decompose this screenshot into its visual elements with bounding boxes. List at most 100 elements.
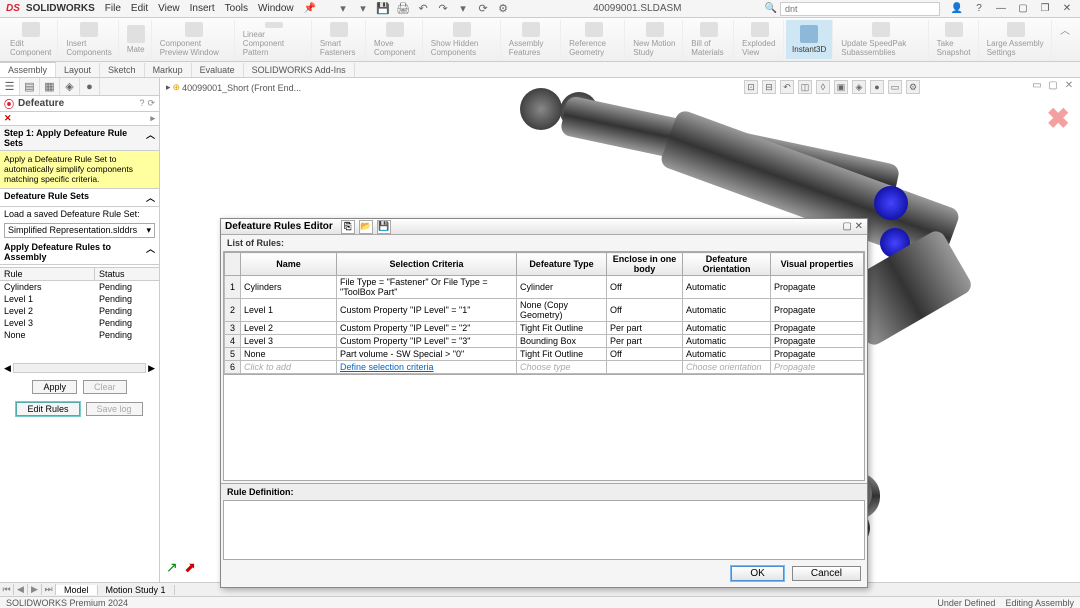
select-icon[interactable]: ▾	[456, 2, 470, 16]
menu-file[interactable]: File	[105, 3, 121, 14]
pm-next-icon[interactable]: ▸	[150, 113, 155, 124]
cmd-edit-component[interactable]: Edit Component	[4, 20, 58, 59]
view-orient-icon[interactable]: ◊	[816, 80, 830, 94]
undo-icon[interactable]: ↶	[416, 2, 430, 16]
hide-show-icon[interactable]: ◈	[852, 80, 866, 94]
edit-rules-button[interactable]: Edit Rules	[16, 402, 79, 416]
tab-assembly[interactable]: Assembly	[0, 62, 56, 77]
th-criteria[interactable]: Selection Criteria	[337, 253, 517, 276]
menu-edit[interactable]: Edit	[131, 3, 148, 14]
menu-pin-icon[interactable]: 📌	[304, 3, 316, 14]
cmd-preview-window[interactable]: Component Preview Window	[154, 20, 235, 59]
tab-markup[interactable]: Markup	[145, 63, 192, 77]
view-settings-icon[interactable]: ⚙	[906, 80, 920, 94]
cmd-exploded-view[interactable]: Exploded View	[736, 20, 784, 59]
fm-tab-display-icon[interactable]: ◈	[60, 78, 80, 95]
open-icon[interactable]: ▾	[356, 2, 370, 16]
cancel-button[interactable]: Cancel	[792, 566, 861, 581]
tab-last-icon[interactable]: ⏭	[42, 584, 56, 595]
options-icon[interactable]: ⚙	[496, 2, 510, 16]
zoom-area-icon[interactable]: ⊟	[762, 80, 776, 94]
pm-ruleset-dropdown[interactable]: Simplified Representation.slddrs ▾	[4, 223, 155, 238]
cancel-preview-icon[interactable]: ✖	[1047, 102, 1070, 135]
pm-pin-icon[interactable]: ⟳	[147, 98, 155, 109]
cmd-bom[interactable]: Bill of Materials	[685, 20, 734, 59]
pm-section-rulesets[interactable]: Defeature Rule Sets ︿	[0, 189, 159, 207]
cmd-snapshot[interactable]: Take Snapshot	[931, 20, 979, 59]
table-row-new[interactable]: 6Click to addDefine selection criteriaCh…	[225, 361, 864, 374]
th-visual[interactable]: Visual properties	[771, 253, 864, 276]
tab-sketch[interactable]: Sketch	[100, 63, 145, 77]
table-row[interactable]: 5NonePart volume - SW Special > "0"Tight…	[225, 348, 864, 361]
minimize-icon[interactable]: —	[994, 3, 1008, 14]
section-view-icon[interactable]: ◫	[798, 80, 812, 94]
menu-insert[interactable]: Insert	[190, 3, 215, 14]
display-style-icon[interactable]: ▣	[834, 80, 848, 94]
tab-model[interactable]: Model	[56, 585, 98, 595]
cmd-smart-fasteners[interactable]: Smart Fasteners	[314, 20, 366, 59]
cmd-mate[interactable]: Mate	[121, 20, 152, 59]
scene-icon[interactable]: ▭	[888, 80, 902, 94]
appearance-icon[interactable]: ●	[870, 80, 884, 94]
pm-help-icon[interactable]: ?	[139, 98, 144, 109]
cmd-assembly-features[interactable]: Assembly Features	[503, 20, 561, 59]
cmd-speedpak[interactable]: Update SpeedPak Subassemblies	[835, 20, 928, 59]
pm-cancel-icon[interactable]: ✕	[4, 113, 12, 124]
cmd-instant3d[interactable]: Instant3D	[786, 20, 833, 59]
scroll-right-icon[interactable]: ▶	[148, 363, 155, 374]
th-enclose[interactable]: Enclose in one body	[607, 253, 683, 276]
table-row[interactable]: 3Level 2Custom Property "IP Level" = "2"…	[225, 322, 864, 335]
scroll-left-icon[interactable]: ◀	[4, 363, 11, 374]
mdi-min-icon[interactable]: ▭	[1030, 80, 1044, 91]
ok-button[interactable]: OK	[731, 566, 783, 581]
tab-prev-icon[interactable]: ◀	[14, 584, 28, 595]
restore-icon[interactable]: ❐	[1038, 3, 1052, 14]
table-row[interactable]: 1CylindersFile Type = "Fastener" Or File…	[225, 276, 864, 299]
tab-layout[interactable]: Layout	[56, 63, 100, 77]
mdi-close-icon[interactable]: ✕	[1062, 80, 1076, 91]
zoom-fit-icon[interactable]: ⊡	[744, 80, 758, 94]
table-row[interactable]: Level 1Pending	[0, 293, 159, 305]
cmd-motion-study[interactable]: New Motion Study	[627, 20, 683, 59]
save-icon[interactable]: 💾	[376, 2, 390, 16]
save-log-button[interactable]: Save log	[86, 402, 143, 416]
th-name[interactable]: Name	[241, 253, 337, 276]
save-rule-icon[interactable]: 💾	[377, 220, 391, 234]
new-rule-icon[interactable]: ⎘	[341, 220, 355, 234]
clear-button[interactable]: Clear	[83, 380, 127, 394]
th-orientation[interactable]: Defeature Orientation	[683, 253, 771, 276]
menu-window[interactable]: Window	[258, 3, 294, 14]
tab-first-icon[interactable]: ⏮	[0, 584, 14, 595]
cmd-reference-geometry[interactable]: Reference Geometry	[563, 20, 625, 59]
table-row[interactable]: NonePending	[0, 329, 159, 341]
open-rule-icon[interactable]: 📂	[359, 220, 373, 234]
cmd-move-component[interactable]: Move Component	[368, 20, 423, 59]
close-icon[interactable]: ✕	[1060, 3, 1074, 14]
table-row[interactable]: Level 3Pending	[0, 317, 159, 329]
tab-next-icon[interactable]: ▶	[28, 584, 42, 595]
expand-icon[interactable]: ▸	[166, 82, 171, 93]
tab-addins[interactable]: SOLIDWORKS Add-Ins	[244, 63, 355, 77]
prev-view-icon[interactable]: ↶	[780, 80, 794, 94]
rebuild-icon[interactable]: ⟳	[476, 2, 490, 16]
cmd-insert-components[interactable]: Insert Components	[60, 20, 118, 59]
search-input[interactable]	[780, 2, 940, 16]
print-icon[interactable]: 🖨	[396, 2, 410, 16]
th-type[interactable]: Defeature Type	[517, 253, 607, 276]
cmd-linear-pattern[interactable]: Linear Component Pattern	[237, 20, 312, 59]
table-row[interactable]: CylindersPending	[0, 281, 159, 293]
collapse-ribbon-icon[interactable]: ︿	[1054, 20, 1076, 59]
fm-tab-tree-icon[interactable]: ☰	[0, 78, 20, 95]
table-row[interactable]: Level 2Pending	[0, 305, 159, 317]
menu-tools[interactable]: Tools	[225, 3, 248, 14]
redo-icon[interactable]: ↷	[436, 2, 450, 16]
fm-tab-config-icon[interactable]: ▦	[40, 78, 60, 95]
scrollbar[interactable]	[13, 363, 146, 373]
cmd-show-hidden[interactable]: Show Hidden Components	[425, 20, 501, 59]
menu-view[interactable]: View	[158, 3, 180, 14]
flyout-tree[interactable]: ▸ ⊕ 40099001_Short (Front End...	[166, 82, 301, 93]
pm-section-apply[interactable]: Apply Defeature Rules to Assembly ︿	[0, 240, 159, 265]
apply-button[interactable]: Apply	[32, 380, 77, 394]
mdi-max-icon[interactable]: ▢	[1046, 80, 1060, 91]
table-row[interactable]: 4Level 3Custom Property "IP Level" = "3"…	[225, 335, 864, 348]
